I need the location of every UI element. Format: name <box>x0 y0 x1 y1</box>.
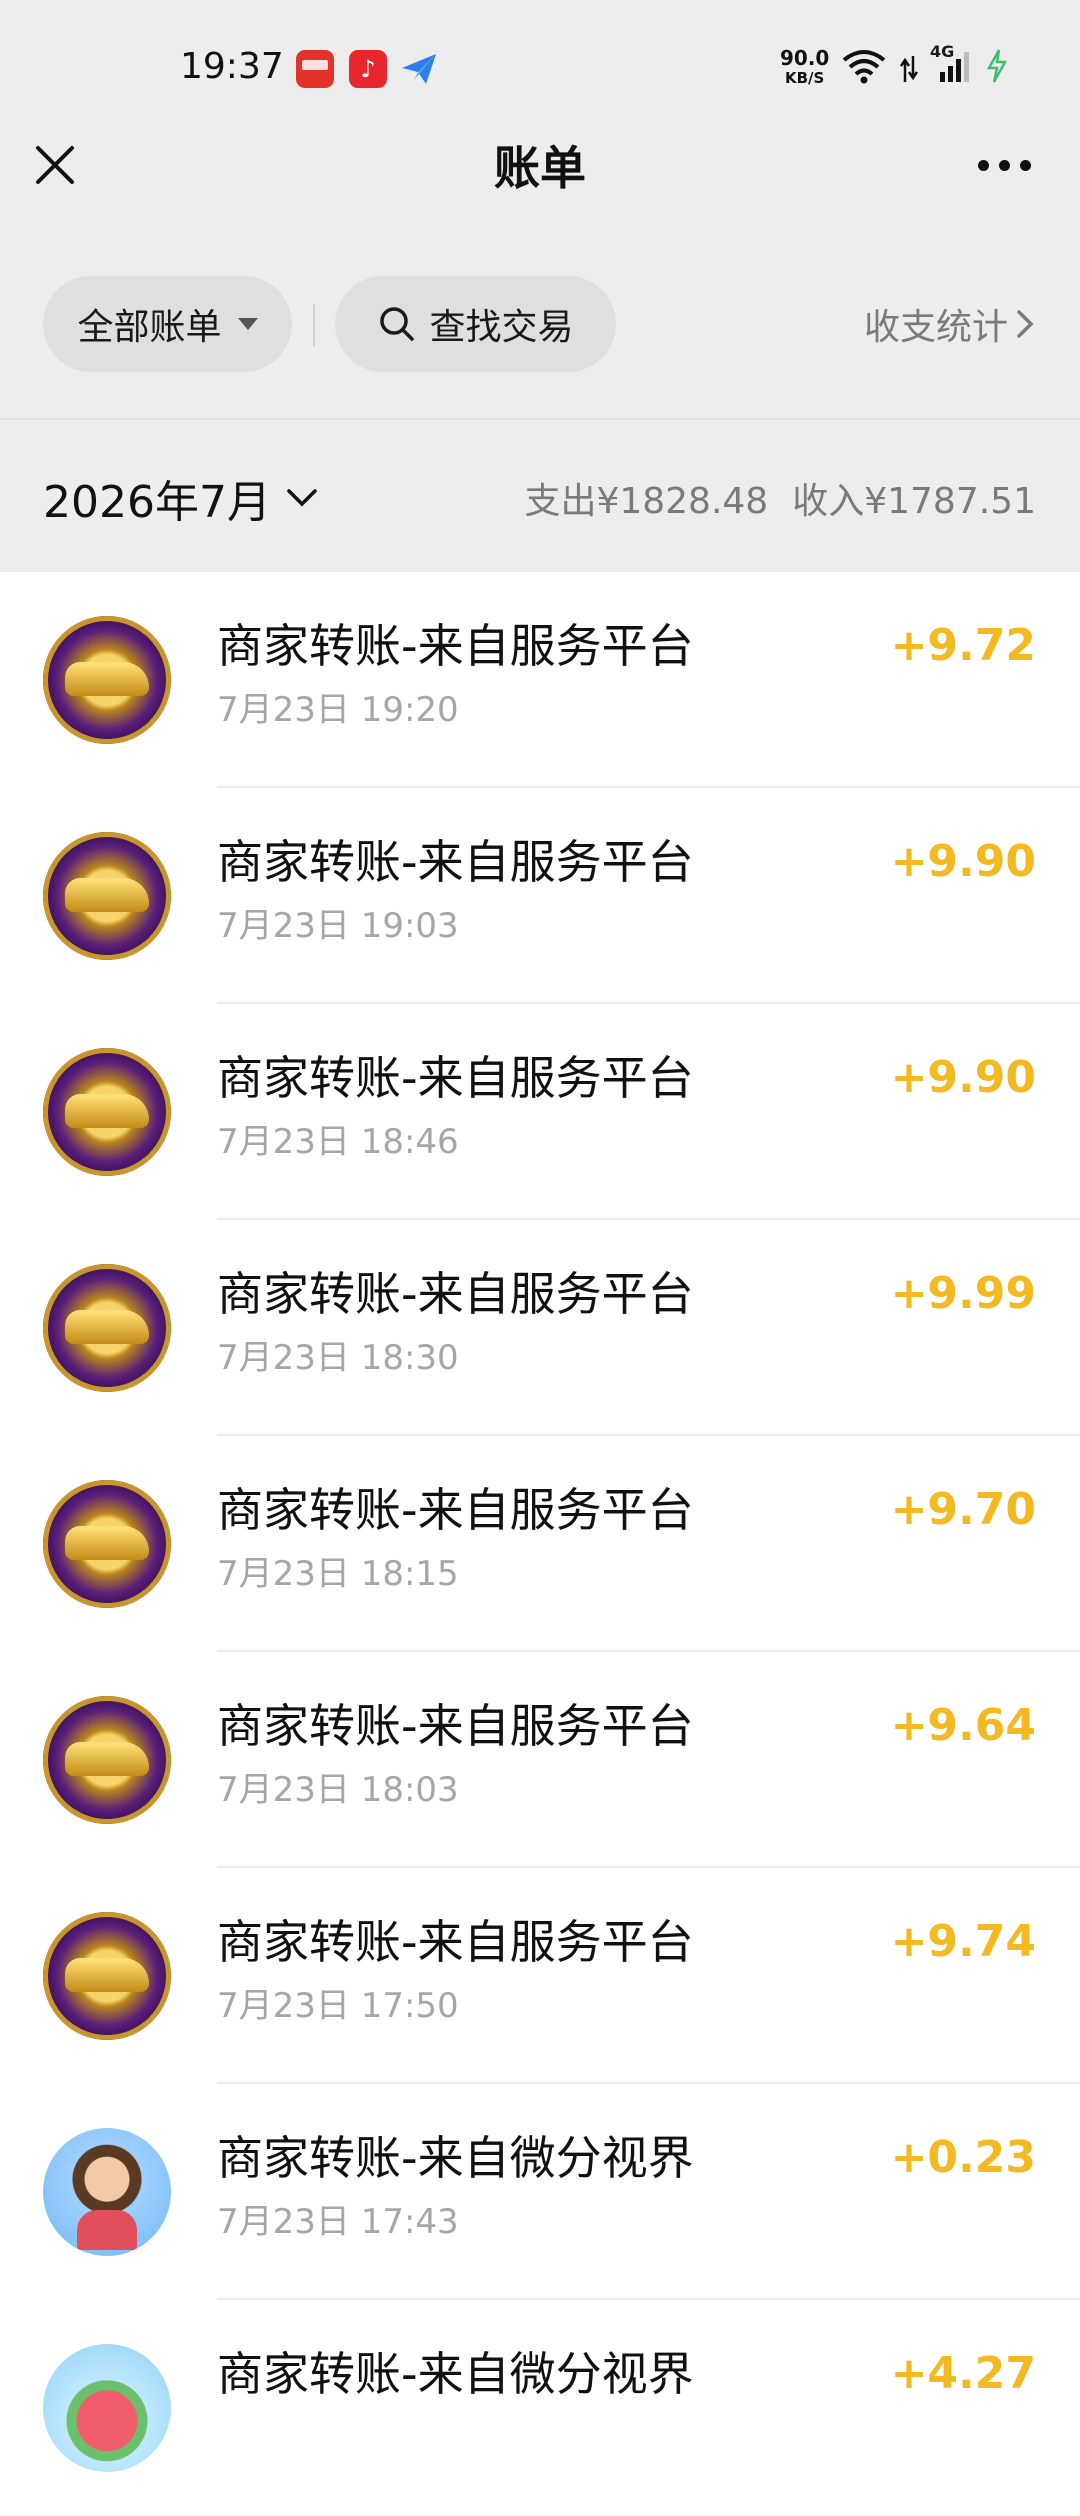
filter-row: 全部账单 查找交易 收支统计 <box>0 276 1080 372</box>
more-dot-icon <box>1020 159 1031 171</box>
page-title: 账单 <box>494 141 586 195</box>
transaction-time: 7月23日 19:20 <box>217 690 459 730</box>
gold-car-avatar <box>43 1048 171 1176</box>
status-bar: 19:37 ♪ 90.0 KB/S 4G <box>0 0 1080 130</box>
transaction-title: 商家转账-来自服务平台 <box>217 1483 694 1537</box>
chevron-down-icon <box>287 489 317 507</box>
transaction-row[interactable]: 商家转账-来自微分视界 7月23日 17:43 +0.23 <box>0 2084 1080 2300</box>
transaction-row[interactable]: 商家转账-来自服务平台 7月23日 19:03 +9.90 <box>0 788 1080 1004</box>
income-expense-stats-link[interactable]: 收支统计 <box>864 276 1036 372</box>
transaction-row[interactable]: 商家转账-来自微分视界 +4.27 <box>0 2300 1080 2516</box>
wifi-icon <box>842 50 886 84</box>
chevron-right-icon <box>1017 310 1034 338</box>
gold-car-avatar <box>43 1912 171 2040</box>
search-label: 查找交易 <box>429 307 574 348</box>
search-icon <box>380 307 415 341</box>
more-button[interactable] <box>978 150 1034 180</box>
transaction-amount: +9.72 <box>890 620 1036 671</box>
all-bills-filter[interactable]: 全部账单 <box>43 276 292 372</box>
status-time: 19:37 <box>180 46 284 87</box>
netspeed-unit: KB/S <box>785 69 825 87</box>
month-label: 2026年7月 <box>43 477 271 528</box>
transaction-title: 商家转账-来自服务平台 <box>217 835 694 889</box>
transaction-amount: +4.27 <box>890 2348 1036 2399</box>
month-selector[interactable]: 2026年7月 <box>43 466 319 530</box>
transaction-time: 7月23日 17:50 <box>217 1986 459 2026</box>
transaction-amount: +9.90 <box>890 1052 1036 1103</box>
month-totals: 支出¥1828.48 收入¥1787.51 <box>524 472 1036 524</box>
caret-down-icon <box>237 318 258 330</box>
transaction-time: 7月23日 18:30 <box>217 1338 459 1378</box>
transaction-amount: +9.64 <box>890 1700 1036 1751</box>
income-total: 收入¥1787.51 <box>792 481 1036 522</box>
transaction-amount: +0.23 <box>890 2132 1036 2183</box>
charging-bolt-icon <box>986 49 1008 83</box>
gold-car-avatar <box>43 1480 171 1608</box>
stats-label: 收支统计 <box>863 307 1008 348</box>
expense-total: 支出¥1828.48 <box>524 481 769 522</box>
transaction-row[interactable]: 商家转账-来自服务平台 7月23日 18:30 +9.99 <box>0 1220 1080 1436</box>
transaction-title: 商家转账-来自服务平台 <box>217 1267 694 1321</box>
filter-divider <box>313 304 315 346</box>
gold-car-avatar <box>43 832 171 960</box>
transaction-amount: +9.74 <box>890 1916 1036 1967</box>
gold-car-avatar <box>43 616 171 744</box>
transaction-time: 7月23日 18:15 <box>217 1554 459 1594</box>
transaction-list: 商家转账-来自服务平台 7月23日 19:20 +9.72 商家转账-来自服务平… <box>0 572 1080 2516</box>
girl-reading-avatar <box>43 2128 171 2256</box>
more-dot-icon <box>999 159 1010 171</box>
transaction-time: 7月23日 18:46 <box>217 1122 459 1162</box>
cellular-signal-icon: 4G <box>930 42 974 84</box>
transaction-time: 7月23日 18:03 <box>217 1770 459 1810</box>
system-icons: 4G <box>840 42 1008 84</box>
gold-car-avatar <box>43 1264 171 1392</box>
transaction-title: 商家转账-来自微分视界 <box>217 2347 694 2401</box>
transaction-amount: +9.70 <box>890 1484 1036 1535</box>
transaction-title: 商家转账-来自服务平台 <box>217 619 694 673</box>
music-app-icon: ♪ <box>349 50 387 88</box>
transaction-row[interactable]: 商家转账-来自服务平台 7月23日 18:15 +9.70 <box>0 1436 1080 1652</box>
watermelon-avatar <box>43 2344 171 2472</box>
transaction-row[interactable]: 商家转账-来自服务平台 7月23日 19:20 +9.72 <box>0 572 1080 788</box>
xiaohongshu-app-icon <box>296 50 334 88</box>
data-arrows-icon <box>900 56 918 82</box>
transaction-title: 商家转账-来自服务平台 <box>217 1699 694 1753</box>
network-speed: 90.0 KB/S <box>780 48 829 88</box>
transaction-title: 商家转账-来自服务平台 <box>217 1915 694 1969</box>
transaction-amount: +9.90 <box>890 836 1036 887</box>
month-summary-bar: 2026年7月 支出¥1828.48 收入¥1787.51 <box>0 418 1080 572</box>
search-transactions-button[interactable]: 查找交易 <box>335 276 616 372</box>
transaction-amount: +9.99 <box>890 1268 1036 1319</box>
transaction-row[interactable]: 商家转账-来自服务平台 7月23日 17:50 +9.74 <box>0 1868 1080 2084</box>
transaction-time: 7月23日 17:43 <box>217 2202 459 2242</box>
all-bills-label: 全部账单 <box>77 307 222 348</box>
transaction-row[interactable]: 商家转账-来自服务平台 7月23日 18:03 +9.64 <box>0 1652 1080 1868</box>
netspeed-value: 90.0 <box>780 46 830 70</box>
transaction-title: 商家转账-来自服务平台 <box>217 1051 694 1105</box>
transaction-time: 7月23日 19:03 <box>217 906 459 946</box>
transaction-row[interactable]: 商家转账-来自服务平台 7月23日 18:46 +9.90 <box>0 1004 1080 1220</box>
feishu-app-icon <box>400 50 440 88</box>
gold-car-avatar <box>43 1696 171 1824</box>
more-dot-icon <box>978 159 989 171</box>
transaction-title: 商家转账-来自微分视界 <box>217 2131 694 2185</box>
